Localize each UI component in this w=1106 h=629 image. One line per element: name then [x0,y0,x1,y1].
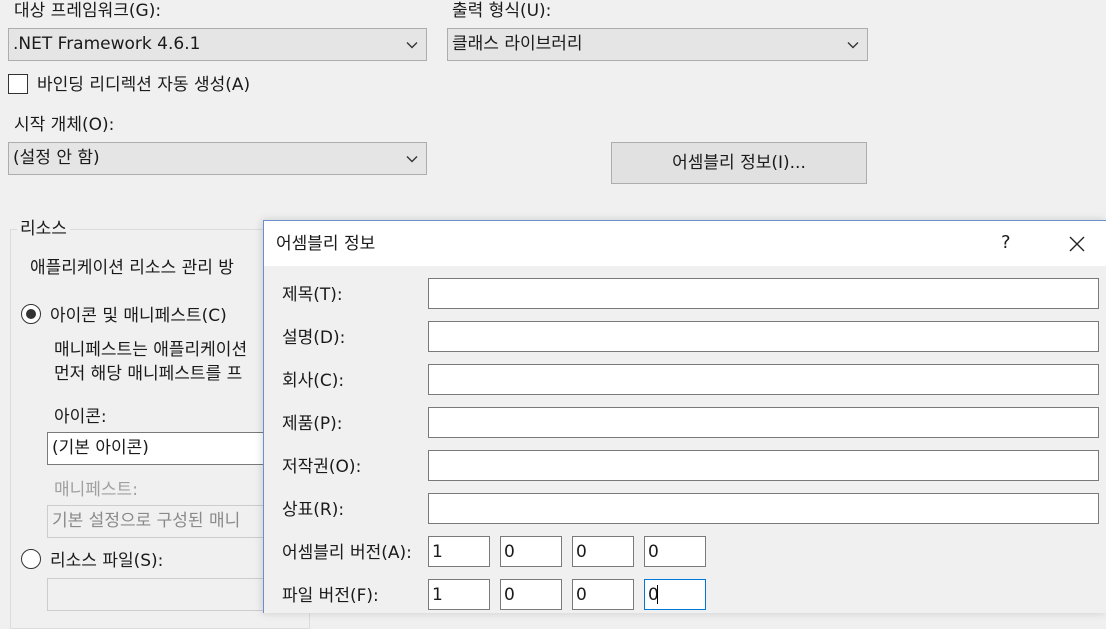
auto-binding-redirect-checkbox[interactable] [8,74,28,94]
resource-file-radio[interactable] [21,549,41,569]
help-button[interactable]: ? [1001,233,1011,253]
icon-select[interactable]: (기본 아이콘) [47,432,277,465]
target-framework-value: .NET Framework 4.6.1 [13,34,201,54]
resources-description: 애플리케이션 리소스 관리 방 [30,258,234,278]
copyright-field[interactable] [428,450,1099,481]
manifest-select: 기본 설정으로 구성된 매니 [47,505,277,538]
manifest-description-line1: 매니페스트는 애플리케이션 [54,340,248,360]
file-version-major[interactable]: 1 [428,579,490,610]
assembly-info-dialog: 어셈블리 정보 ? 제목(T): 설명(D): 회사(C): 제품(P): 저작… [263,220,1106,613]
company-field-label: 회사(C): [282,371,345,391]
output-type-value: 클래스 라이브러리 [452,34,583,54]
product-field[interactable] [428,407,1099,438]
startup-object-label: 시작 개체(O): [14,115,115,135]
auto-binding-redirect-label[interactable]: 바인딩 리디렉션 자동 생성(A) [37,75,250,95]
description-field-label: 설명(D): [282,328,346,348]
assembly-version-minor[interactable]: 0 [500,536,562,567]
file-version-minor[interactable]: 0 [500,579,562,610]
icon-value: (기본 아이콘) [52,438,149,458]
manifest-label: 매니페스트: [54,480,138,500]
assembly-version-revision[interactable]: 0 [644,536,706,567]
startup-object-select[interactable]: (설정 안 함) [8,142,427,175]
title-field[interactable] [428,278,1099,309]
target-framework-label: 대상 프레임워크(G): [14,1,162,21]
dialog-titlebar: 어셈블리 정보 ? [264,221,1106,266]
assembly-version-build[interactable]: 0 [572,536,634,567]
assembly-version-major[interactable]: 1 [428,536,490,567]
trademark-field[interactable] [428,493,1099,524]
title-field-label: 제목(T): [282,285,343,305]
resources-group-label: 리소스 [17,219,70,239]
chevron-down-icon [406,156,418,163]
copyright-field-label: 저작권(O): [282,457,362,477]
company-field[interactable] [428,364,1099,395]
file-version-build[interactable]: 0 [572,579,634,610]
description-field[interactable] [428,321,1099,352]
chevron-down-icon [406,42,418,49]
radio-selected-dot [26,309,36,319]
target-framework-select[interactable]: .NET Framework 4.6.1 [8,28,427,61]
close-icon[interactable] [1069,236,1085,252]
icon-manifest-label[interactable]: 아이콘 및 매니페스트(C) [50,306,227,326]
resource-file-input [47,578,277,611]
output-type-label: 출력 형식(U): [452,1,552,21]
chevron-down-icon [847,42,859,49]
manifest-value: 기본 설정으로 구성된 매니 [52,511,241,531]
assembly-info-button[interactable]: 어셈블리 정보(I)... [611,142,867,184]
icon-label: 아이콘: [54,407,107,427]
text-caret [657,585,658,604]
trademark-field-label: 상표(R): [282,500,345,520]
assembly-version-label: 어셈블리 버전(A): [282,543,412,563]
manifest-description-line2: 먼저 해당 매니페스트를 프 [54,364,243,384]
dialog-title: 어셈블리 정보 [276,234,376,254]
file-version-revision[interactable]: 0 [644,579,706,610]
file-version-label: 파일 버전(F): [282,586,379,606]
resource-file-label[interactable]: 리소스 파일(S): [50,551,163,571]
product-field-label: 제품(P): [282,414,343,434]
startup-object-value: (설정 안 함) [13,148,100,168]
output-type-select[interactable]: 클래스 라이브러리 [447,28,868,61]
icon-manifest-radio[interactable] [21,304,41,324]
